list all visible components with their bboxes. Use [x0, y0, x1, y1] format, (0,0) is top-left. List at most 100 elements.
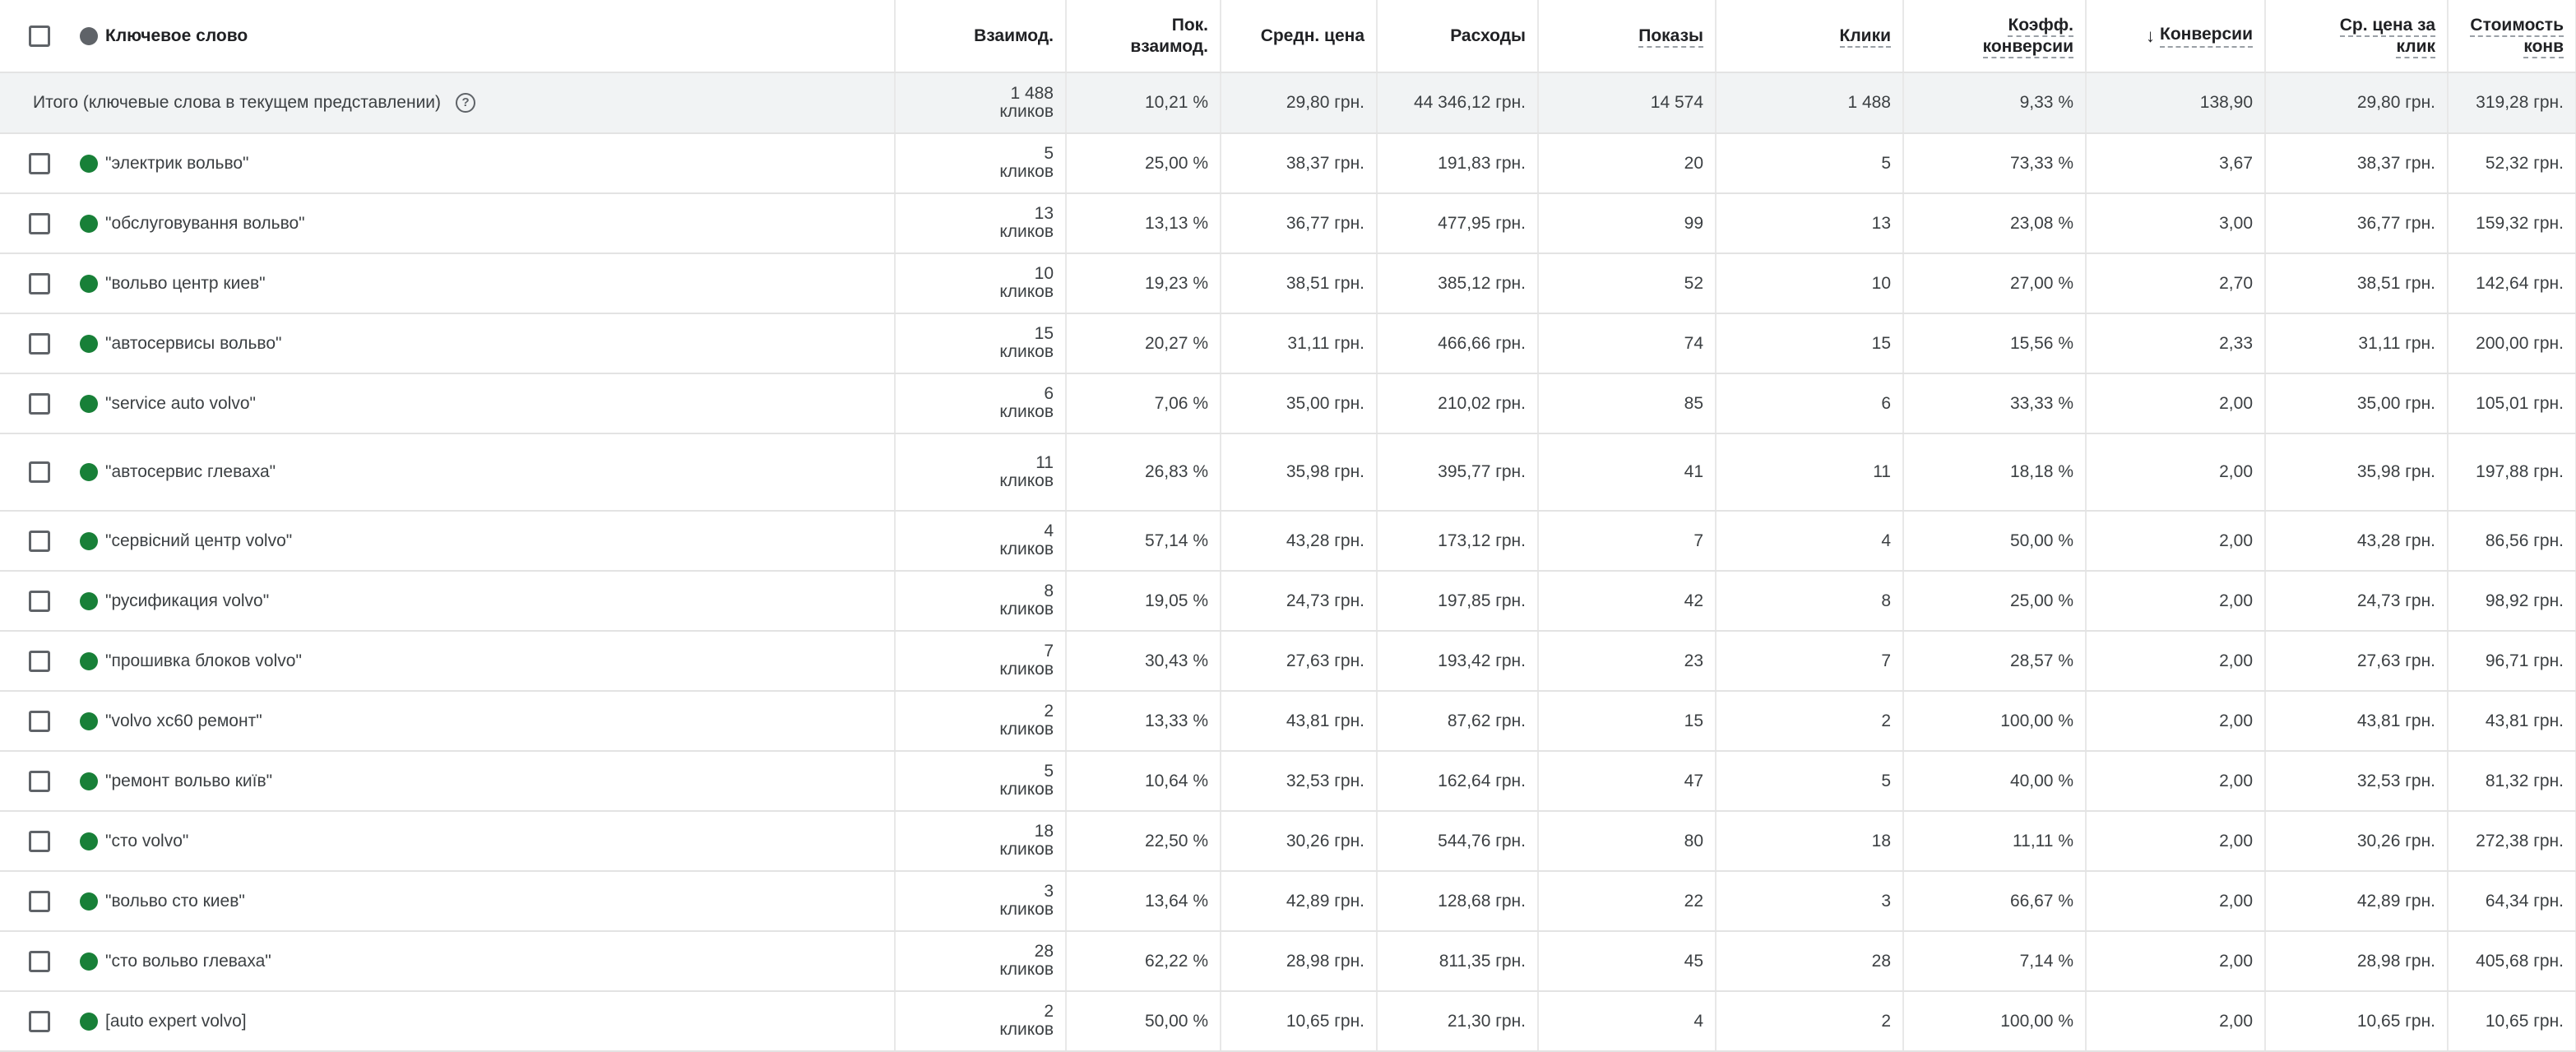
- row-checkbox[interactable]: [29, 650, 50, 672]
- keyword-cell[interactable]: "обслуговування вольво": [99, 193, 896, 254]
- table-row[interactable]: "русификация volvo" 8 кликов 19,05 % 24,73 г…: [0, 571, 2576, 632]
- row-checkbox[interactable]: [29, 1010, 50, 1032]
- row-checkbox[interactable]: [29, 590, 50, 612]
- keyword-text[interactable]: "вольво сто киев": [105, 892, 245, 911]
- row-checkbox[interactable]: [29, 392, 50, 415]
- table-row[interactable]: "service auto volvo" 6 кликов 7,06 % 35,00 г…: [0, 373, 2576, 434]
- column-keyword[interactable]: Ключевое слово: [99, 0, 896, 73]
- interactions-unit: кликов: [999, 840, 1054, 859]
- row-checkbox[interactable]: [29, 950, 50, 972]
- row-checkbox[interactable]: [29, 461, 50, 483]
- status-enabled-icon[interactable]: [80, 711, 98, 730]
- column-impressions[interactable]: Показы: [1538, 0, 1717, 73]
- keyword-text[interactable]: "автосервисы вольво": [105, 334, 281, 353]
- status-enabled-icon[interactable]: [80, 214, 98, 233]
- keyword-cell[interactable]: "сервісний центр volvo": [99, 511, 896, 572]
- keyword-cell[interactable]: "электрик вольво": [99, 133, 896, 194]
- keyword-text[interactable]: "сто volvo": [105, 832, 188, 850]
- table-row[interactable]: "сто вольво глеваха" 28 кликов 62,22 % 28,98…: [0, 931, 2576, 992]
- status-enabled-icon[interactable]: [80, 394, 98, 413]
- conv-rate-cell: 100,00 %: [1903, 991, 2087, 1052]
- keyword-cell[interactable]: "ремонт вольво київ": [99, 751, 896, 812]
- keyword-cell[interactable]: "вольво сто киев": [99, 871, 896, 932]
- keyword-cell[interactable]: "сто volvo": [99, 811, 896, 872]
- column-cost-conv-label-1: Стоимость: [2470, 15, 2564, 37]
- conversions-cell: 2,00: [2086, 811, 2266, 872]
- conv-rate-cell: 27,00 %: [1903, 253, 2087, 314]
- status-enabled-icon[interactable]: [80, 772, 98, 790]
- column-avg-cpc[interactable]: Ср. цена за клик: [2265, 0, 2449, 73]
- keyword-cell[interactable]: "автосервисы вольво": [99, 313, 896, 374]
- keyword-text[interactable]: "прошивка блоков volvo": [105, 651, 302, 670]
- keyword-cell[interactable]: "автосервис глеваха": [99, 433, 896, 512]
- keyword-text[interactable]: "ремонт вольво київ": [105, 772, 272, 790]
- keyword-cell[interactable]: "прошивка блоков volvo": [99, 631, 896, 692]
- status-enabled-icon[interactable]: [80, 892, 98, 911]
- status-enabled-icon[interactable]: [80, 274, 98, 293]
- keyword-text[interactable]: "service auto volvo": [105, 394, 256, 413]
- keyword-text[interactable]: "сервісний центр volvo": [105, 531, 292, 550]
- row-checkbox[interactable]: [29, 332, 50, 355]
- table-row[interactable]: "вольво сто киев" 3 кликов 13,64 % 42,89 грн…: [0, 871, 2576, 932]
- row-checkbox[interactable]: [29, 890, 50, 912]
- keyword-text[interactable]: "автосервис глеваха": [105, 462, 276, 481]
- table-row[interactable]: "обслуговування вольво" 13 кликов 13,13 % 36…: [0, 193, 2576, 254]
- keyword-text[interactable]: "обслуговування вольво": [105, 214, 305, 233]
- row-checkbox[interactable]: [29, 152, 50, 174]
- status-enabled-icon[interactable]: [80, 463, 98, 482]
- table-row[interactable]: [auto expert volvo] 2 кликов 50,00 % 10,65 г…: [0, 991, 2576, 1052]
- status-enabled-icon[interactable]: [80, 591, 98, 610]
- keyword-cell[interactable]: "русификация volvo": [99, 571, 896, 632]
- keyword-text[interactable]: "электрик вольво": [105, 154, 249, 173]
- impressions-cell: 85: [1538, 373, 1717, 434]
- help-icon[interactable]: ?: [456, 93, 476, 114]
- select-all-checkbox[interactable]: [29, 25, 50, 47]
- column-interaction-rate[interactable]: Пок. взаимод.: [1066, 0, 1221, 73]
- column-conv-rate[interactable]: Коэфф. конверсии: [1903, 0, 2087, 73]
- keyword-cell[interactable]: "volvo xc60 ремонт": [99, 691, 896, 752]
- row-checkbox[interactable]: [29, 212, 50, 234]
- table-row[interactable]: "вольво центр киев" 10 кликов 19,23 % 38,51 …: [0, 253, 2576, 314]
- keyword-cell[interactable]: "сто вольво глеваха": [99, 931, 896, 992]
- table-row[interactable]: "автосервисы вольво" 15 кликов 20,27 % 31,11…: [0, 313, 2576, 374]
- interactions-cell: 28 кликов: [895, 931, 1067, 992]
- status-enabled-icon[interactable]: [80, 154, 98, 173]
- row-checkbox[interactable]: [29, 710, 50, 732]
- row-checkbox[interactable]: [29, 272, 50, 294]
- column-clicks[interactable]: Клики: [1716, 0, 1904, 73]
- row-checkbox[interactable]: [29, 530, 50, 552]
- select-all-cell: [0, 0, 79, 73]
- status-enabled-icon[interactable]: [80, 334, 98, 353]
- totals-row: Итого (ключевые слова в текущем представ…: [0, 72, 2576, 134]
- status-enabled-icon[interactable]: [80, 1012, 98, 1031]
- keyword-text[interactable]: "сто вольво глеваха": [105, 952, 271, 971]
- table-row[interactable]: "прошивка блоков volvo" 7 кликов 30,43 % 27,…: [0, 631, 2576, 692]
- column-cost-conv[interactable]: Стоимость конв: [2448, 0, 2576, 73]
- keyword-text[interactable]: "volvo xc60 ремонт": [105, 711, 262, 730]
- table-row[interactable]: "автосервис глеваха" 11 кликов 26,83 % 35,98…: [0, 433, 2576, 512]
- keyword-text[interactable]: "вольво центр киев": [105, 274, 266, 293]
- table-row[interactable]: "сто volvo" 18 кликов 22,50 % 30,26 грн. 544,…: [0, 811, 2576, 872]
- keyword-cell[interactable]: "service auto volvo": [99, 373, 896, 434]
- table-row[interactable]: "volvo xc60 ремонт" 2 кликов 13,33 % 43,81 г…: [0, 691, 2576, 752]
- status-enabled-icon[interactable]: [80, 651, 98, 670]
- column-conversions[interactable]: ↓ Конверсии: [2086, 0, 2266, 73]
- status-enabled-icon[interactable]: [80, 531, 98, 550]
- column-cost[interactable]: Расходы: [1377, 0, 1539, 73]
- keyword-text[interactable]: [auto expert volvo]: [105, 1012, 247, 1031]
- keyword-text[interactable]: "русификация volvo": [105, 591, 269, 610]
- status-enabled-icon[interactable]: [80, 832, 98, 850]
- table-row[interactable]: "сервісний центр volvo" 4 кликов 57,14 % 43,…: [0, 511, 2576, 572]
- interactions-value: 4: [1044, 521, 1054, 540]
- column-interactions[interactable]: Взаимод.: [895, 0, 1067, 73]
- row-checkbox[interactable]: [29, 830, 50, 852]
- status-enabled-icon[interactable]: [80, 952, 98, 971]
- table-row[interactable]: "ремонт вольво київ" 5 кликов 10,64 % 32,53 …: [0, 751, 2576, 812]
- keyword-cell[interactable]: "вольво центр киев": [99, 253, 896, 314]
- keyword-cell[interactable]: [auto expert volvo]: [99, 991, 896, 1052]
- status-header-icon[interactable]: [80, 26, 98, 45]
- impressions-cell: 7: [1538, 511, 1717, 572]
- column-avg-cost[interactable]: Средн. цена: [1221, 0, 1378, 73]
- table-row[interactable]: "электрик вольво" 5 кликов 25,00 % 38,37 грн…: [0, 133, 2576, 194]
- row-checkbox[interactable]: [29, 770, 50, 792]
